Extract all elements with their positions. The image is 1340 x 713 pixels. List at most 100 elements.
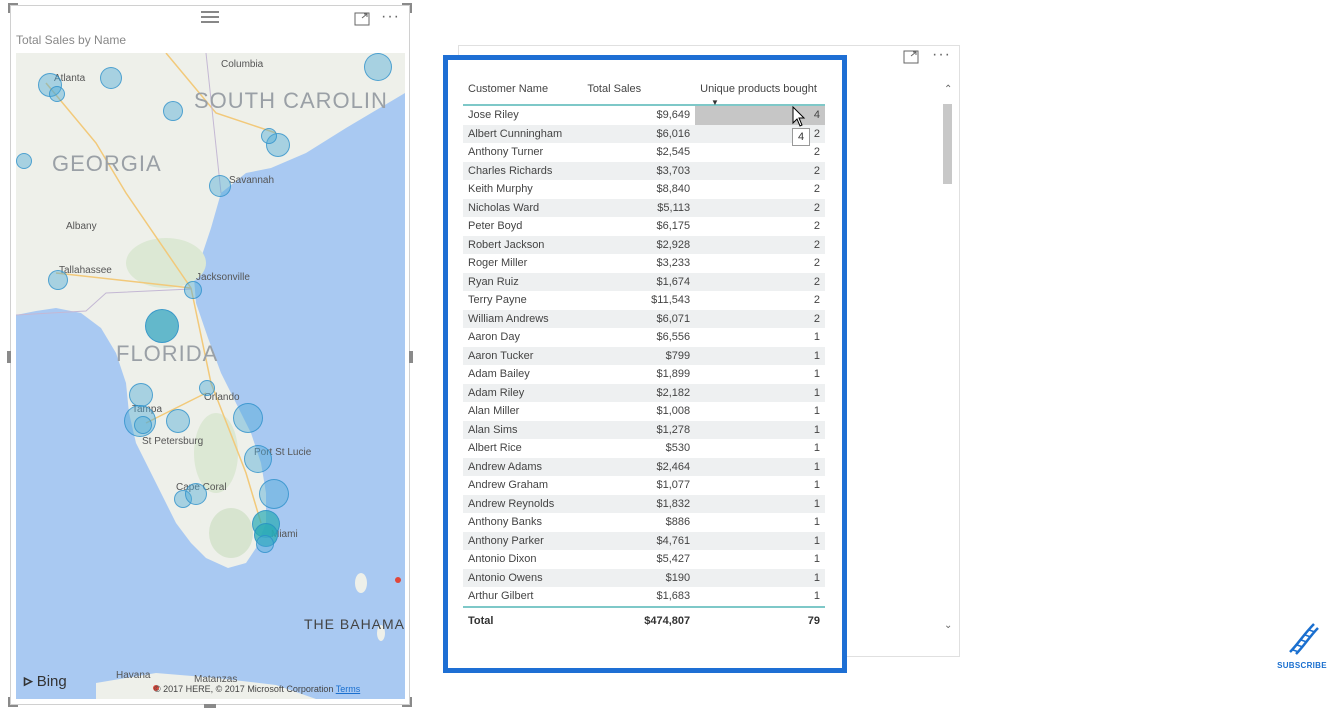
customer-name-cell[interactable]: Peter Boyd [463, 217, 582, 236]
unique-products-cell[interactable]: 1 [695, 587, 825, 607]
drag-grip-icon[interactable] [201, 11, 219, 23]
map-bubble[interactable] [16, 153, 32, 169]
unique-products-cell[interactable]: 2 [695, 180, 825, 199]
scrollbar-thumb[interactable] [943, 104, 952, 184]
total-sales-cell[interactable]: $2,182 [582, 383, 696, 402]
total-sales-cell[interactable]: $530 [582, 439, 695, 458]
customer-name-cell[interactable]: Antonio Dixon [463, 550, 582, 569]
map-bubble[interactable] [184, 281, 202, 299]
unique-products-cell[interactable]: 1 [695, 457, 825, 476]
resize-corner[interactable] [402, 3, 412, 13]
customer-name-cell[interactable]: Arthur Gilbert [463, 587, 582, 607]
customer-name-cell[interactable]: Andrew Reynolds [463, 494, 583, 513]
unique-products-cell[interactable]: 1 [695, 346, 825, 365]
scroll-up-icon[interactable]: ⌃ [944, 84, 952, 95]
customer-name-cell[interactable]: Albert Rice [463, 439, 582, 458]
customer-name-cell[interactable]: Keith Murphy [463, 180, 582, 199]
unique-products-cell[interactable]: 2 [695, 235, 825, 254]
table-row[interactable]: Ryan Ruiz $1,674 2 [463, 272, 825, 291]
customer-name-cell[interactable]: Anthony Turner [463, 143, 582, 162]
total-sales-cell[interactable]: $2,928 [582, 235, 696, 254]
map-bubble[interactable] [163, 101, 183, 121]
customer-name-cell[interactable]: Alan Sims [463, 420, 583, 439]
resize-handle-right[interactable] [409, 351, 413, 363]
total-sales-cell[interactable]: $8,840 [582, 180, 695, 199]
customer-name-cell[interactable]: Nicholas Ward [463, 198, 583, 217]
table-row[interactable]: Andrew Reynolds $1,832 1 [463, 494, 825, 513]
unique-products-cell[interactable]: 2 [695, 272, 825, 291]
table-row[interactable]: Albert Cunningham $6,016 2 [463, 124, 825, 143]
customer-name-cell[interactable]: Roger Miller [463, 254, 582, 273]
customer-name-cell[interactable]: Robert Jackson [463, 235, 583, 254]
unique-products-cell[interactable]: 2 [695, 161, 825, 180]
table-row[interactable]: Andrew Graham $1,077 1 [463, 476, 825, 495]
total-sales-cell[interactable]: $9,649 [582, 105, 695, 125]
column-header-customer-name[interactable]: Customer Name [463, 74, 583, 106]
customer-name-cell[interactable]: Terry Payne [463, 291, 582, 310]
more-options-icon[interactable]: ··· [381, 9, 400, 25]
unique-products-cell[interactable]: 1 [695, 513, 825, 532]
map-bubble[interactable] [261, 128, 277, 144]
table-row[interactable]: Nicholas Ward $5,113 2 [463, 198, 825, 217]
map-bubble[interactable] [244, 445, 272, 473]
unique-products-cell[interactable]: 2 [695, 254, 825, 273]
table-row[interactable]: Robert Jackson $2,928 2 [463, 235, 825, 254]
total-sales-cell[interactable]: $1,899 [582, 365, 695, 384]
table-row[interactable]: Alan Miller $1,008 1 [463, 402, 825, 421]
map-bubble[interactable] [199, 380, 215, 396]
table-row[interactable]: William Andrews $6,071 2 [463, 309, 825, 328]
table-row[interactable]: Alan Sims $1,278 1 [463, 420, 825, 439]
customer-name-cell[interactable]: William Andrews [463, 309, 583, 328]
total-sales-cell[interactable]: $1,077 [582, 476, 695, 495]
map-visual[interactable]: ··· Total Sales by Name SOUTH CAROLIN GE… [7, 3, 413, 708]
table-row[interactable]: Antonio Owens $190 1 [463, 568, 825, 587]
table-row[interactable]: Charles Richards $3,703 2 [463, 161, 825, 180]
column-header-total-sales[interactable]: Total Sales [582, 74, 696, 106]
resize-handle-left[interactable] [7, 351, 11, 363]
customer-name-cell[interactable]: Adam Riley [463, 383, 583, 402]
total-sales-cell[interactable]: $6,556 [582, 328, 695, 347]
total-sales-cell[interactable]: $6,175 [582, 217, 695, 236]
customer-name-cell[interactable]: Andrew Graham [463, 476, 582, 495]
table-row[interactable]: Adam Riley $2,182 1 [463, 383, 825, 402]
total-sales-cell[interactable]: $5,427 [582, 550, 695, 569]
map-bubble[interactable] [129, 383, 153, 407]
customer-name-cell[interactable]: Adam Bailey [463, 365, 582, 384]
total-sales-cell[interactable]: $1,008 [582, 402, 695, 421]
unique-products-cell[interactable]: 1 [695, 439, 825, 458]
table-row[interactable]: Jose Riley $9,649 4 [463, 105, 825, 125]
total-sales-cell[interactable]: $6,071 [582, 309, 696, 328]
total-sales-cell[interactable]: $3,703 [582, 161, 696, 180]
table-row[interactable]: Adam Bailey $1,899 1 [463, 365, 825, 384]
table-row[interactable]: Keith Murphy $8,840 2 [463, 180, 825, 199]
total-sales-cell[interactable]: $1,674 [582, 272, 696, 291]
unique-products-cell[interactable]: 1 [695, 383, 825, 402]
table-row[interactable]: Antonio Dixon $5,427 1 [463, 550, 825, 569]
customer-name-cell[interactable]: Anthony Banks [463, 513, 582, 532]
map-bubble[interactable] [185, 483, 207, 505]
map-bubble[interactable] [145, 309, 179, 343]
subscribe-button[interactable]: SUBSCRIBE [1272, 620, 1332, 670]
unique-products-cell[interactable]: 2 [695, 217, 825, 236]
map-bubble[interactable] [166, 409, 190, 433]
unique-products-cell[interactable]: 1 [695, 531, 825, 550]
unique-products-cell[interactable]: 1 [695, 402, 825, 421]
map-bubble[interactable] [48, 270, 68, 290]
table-row[interactable]: Albert Rice $530 1 [463, 439, 825, 458]
customer-name-cell[interactable]: Aaron Day [463, 328, 582, 347]
customer-name-cell[interactable]: Aaron Tucker [463, 346, 583, 365]
customer-name-cell[interactable]: Antonio Owens [463, 568, 583, 587]
table-row[interactable]: Anthony Turner $2,545 2 [463, 143, 825, 162]
unique-products-cell[interactable]: 1 [695, 328, 825, 347]
sort-descending-icon[interactable]: ▼ [711, 98, 719, 107]
total-sales-cell[interactable]: $1,683 [582, 587, 695, 607]
table-row[interactable]: Aaron Tucker $799 1 [463, 346, 825, 365]
unique-products-cell[interactable]: 2 [695, 309, 825, 328]
customer-name-cell[interactable]: Anthony Parker [463, 531, 583, 550]
total-sales-cell[interactable]: $2,464 [582, 457, 696, 476]
map-bubble[interactable] [259, 479, 289, 509]
total-sales-cell[interactable]: $1,832 [582, 494, 696, 513]
total-sales-cell[interactable]: $3,233 [582, 254, 695, 273]
table-row[interactable]: Anthony Parker $4,761 1 [463, 531, 825, 550]
total-sales-cell[interactable]: $5,113 [582, 198, 696, 217]
